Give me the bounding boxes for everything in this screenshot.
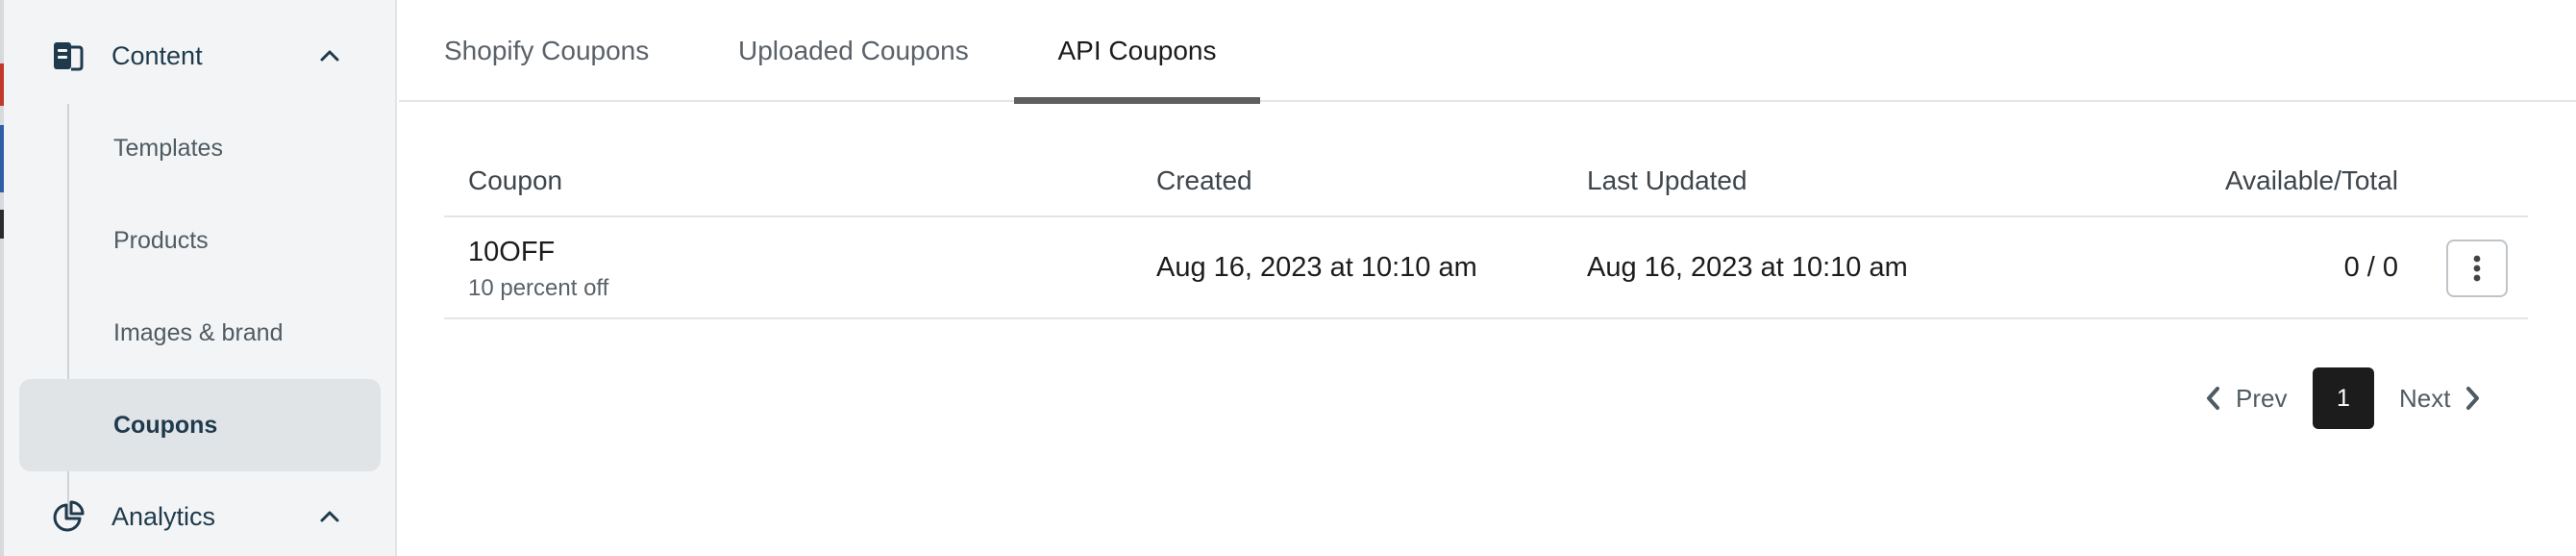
column-header-coupon: Coupon xyxy=(468,165,563,195)
sidebar: Content Templates Products Images & bran… xyxy=(0,0,397,556)
row-actions-button[interactable] xyxy=(2446,240,2508,297)
sidebar-section-label: Content xyxy=(111,40,203,70)
pagination-next-label: Next xyxy=(2399,383,2451,413)
analytics-pie-icon xyxy=(52,500,85,533)
sidebar-item-label: Products xyxy=(113,226,209,254)
sidebar-item-products[interactable]: Products xyxy=(19,194,381,287)
chevron-right-icon xyxy=(2466,387,2480,410)
sidebar-section-content[interactable]: Content xyxy=(0,17,395,94)
sidebar-item-templates[interactable]: Templates xyxy=(19,102,381,194)
sidebar-item-coupons[interactable]: Coupons xyxy=(19,379,381,471)
coupons-table: Coupon Created Last Updated Available/To… xyxy=(444,144,2528,319)
coupon-created-date: Aug 16, 2023 at 10:10 am xyxy=(1156,252,1477,283)
coupon-available-total: 0 / 0 xyxy=(2343,252,2398,283)
pagination: Prev 1 Next xyxy=(399,367,2576,429)
tab-uploaded-coupons[interactable]: Uploaded Coupons xyxy=(738,0,969,102)
pagination-prev-label: Prev xyxy=(2236,383,2288,413)
pagination-page-current[interactable]: 1 xyxy=(2313,367,2374,429)
column-header-available-total: Available/Total xyxy=(2224,165,2398,195)
chevron-up-icon[interactable] xyxy=(317,43,342,68)
main-content: Shopify Coupons Uploaded Coupons API Cou… xyxy=(399,0,2576,556)
table-row: 10OFF 10 percent off Aug 16, 2023 at 10:… xyxy=(444,217,2528,319)
content-doc-icon xyxy=(52,39,85,72)
chevron-left-icon xyxy=(2207,387,2219,410)
sidebar-item-images-brand[interactable]: Images & brand xyxy=(19,287,381,379)
pagination-prev-button[interactable]: Prev xyxy=(2205,367,2287,429)
sidebar-section-analytics[interactable]: Analytics xyxy=(0,478,395,555)
column-header-created: Created xyxy=(1156,165,1252,195)
tab-shopify-coupons[interactable]: Shopify Coupons xyxy=(444,0,649,102)
sidebar-section-label: Analytics xyxy=(111,501,216,531)
sidebar-item-label: Images & brand xyxy=(113,318,284,346)
pagination-next-button[interactable]: Next xyxy=(2399,367,2481,429)
coupon-updated-date: Aug 16, 2023 at 10:10 am xyxy=(1587,252,1908,283)
sidebar-item-label: Templates xyxy=(113,134,223,162)
tab-api-coupons[interactable]: API Coupons xyxy=(1014,0,1260,104)
sidebar-item-label: Coupons xyxy=(113,411,218,439)
window-edge-accent xyxy=(0,210,4,239)
window-edge-accent xyxy=(0,125,4,192)
more-vertical-icon xyxy=(2473,255,2481,282)
chevron-up-icon[interactable] xyxy=(317,504,342,529)
coupon-description: 10 percent off xyxy=(468,275,609,301)
table-header: Coupon Created Last Updated Available/To… xyxy=(444,144,2528,217)
coupon-name: 10OFF xyxy=(468,237,556,267)
coupon-tabs: Shopify Coupons Uploaded Coupons API Cou… xyxy=(399,0,2576,104)
column-header-last-updated: Last Updated xyxy=(1587,165,1747,195)
